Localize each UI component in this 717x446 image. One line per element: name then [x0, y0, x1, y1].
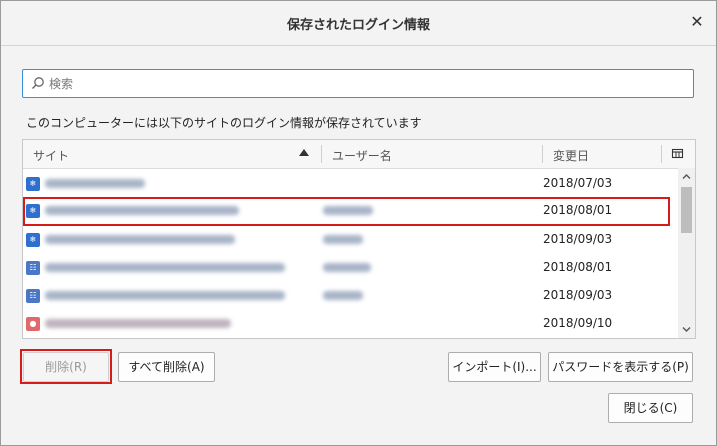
column-divider[interactable] — [542, 145, 543, 163]
changed-date: 2018/09/03 — [543, 288, 613, 302]
sort-ascending-icon — [299, 149, 309, 156]
changed-date: 2018/09/03 — [543, 232, 613, 246]
table-row[interactable]: ● 2018/09/10 — [23, 310, 678, 337]
close-icon[interactable]: ✕ — [686, 11, 708, 33]
site-favicon-icon: ● — [26, 317, 40, 331]
site-url-obscured — [45, 291, 285, 300]
site-favicon-icon: ☷ — [26, 261, 40, 275]
title-bar: 保存されたログイン情報 ✕ — [1, 1, 716, 46]
scrollbar-thumb[interactable] — [681, 187, 692, 233]
username-obscured — [323, 263, 371, 272]
table-row[interactable]: ❄ 2018/09/03 — [23, 226, 678, 253]
search-field[interactable] — [22, 69, 694, 98]
column-picker-icon[interactable] — [671, 147, 685, 161]
table-header: サイト ユーザー名 変更日 — [23, 140, 695, 169]
vertical-scrollbar[interactable] — [678, 168, 695, 338]
search-icon — [32, 77, 44, 89]
table-row[interactable]: ❄ 2018/07/03 — [23, 170, 678, 197]
import-button[interactable]: インポート(I)... — [448, 352, 541, 382]
scroll-down-icon[interactable] — [682, 325, 691, 334]
changed-date: 2018/09/10 — [543, 316, 613, 330]
remove-button-highlight — [20, 349, 112, 384]
column-header-site[interactable]: サイト — [33, 147, 69, 164]
description-text: このコンピューターには以下のサイトのログイン情報が保存されています — [26, 116, 422, 130]
saved-logins-dialog: 保存されたログイン情報 ✕ このコンピューターには以下のサイトのログイン情報が保… — [0, 0, 717, 446]
remove-all-button[interactable]: すべて削除(A) — [118, 352, 215, 382]
changed-date: 2018/07/03 — [543, 176, 613, 190]
username-obscured — [323, 291, 363, 300]
scroll-up-icon[interactable] — [682, 172, 691, 181]
table-row[interactable]: ☷ 2018/09/03 — [23, 282, 678, 309]
site-url-obscured — [45, 235, 235, 244]
site-favicon-icon: ❄ — [26, 233, 40, 247]
username-obscured — [323, 235, 363, 244]
column-header-username[interactable]: ユーザー名 — [332, 147, 392, 164]
selected-row-highlight — [23, 197, 670, 226]
close-button[interactable]: 閉じる(C) — [608, 393, 693, 423]
site-favicon-icon: ❄ — [26, 177, 40, 191]
table-row[interactable]: ☷ 2018/08/01 — [23, 254, 678, 281]
logins-table: サイト ユーザー名 変更日 ❄ 2018/07/03 ❄ 2018/08/01 — [22, 139, 696, 339]
column-divider[interactable] — [661, 145, 662, 163]
site-url-obscured — [45, 263, 285, 272]
dialog-title: 保存されたログイン情報 — [286, 18, 430, 33]
column-divider[interactable] — [321, 145, 322, 163]
search-input[interactable] — [49, 74, 679, 93]
column-header-changed[interactable]: 変更日 — [553, 147, 589, 164]
show-passwords-button[interactable]: パスワードを表示する(P) — [548, 352, 693, 382]
site-url-obscured — [45, 319, 231, 328]
changed-date: 2018/08/01 — [543, 260, 613, 274]
site-url-obscured — [45, 179, 145, 188]
site-favicon-icon: ☷ — [26, 289, 40, 303]
